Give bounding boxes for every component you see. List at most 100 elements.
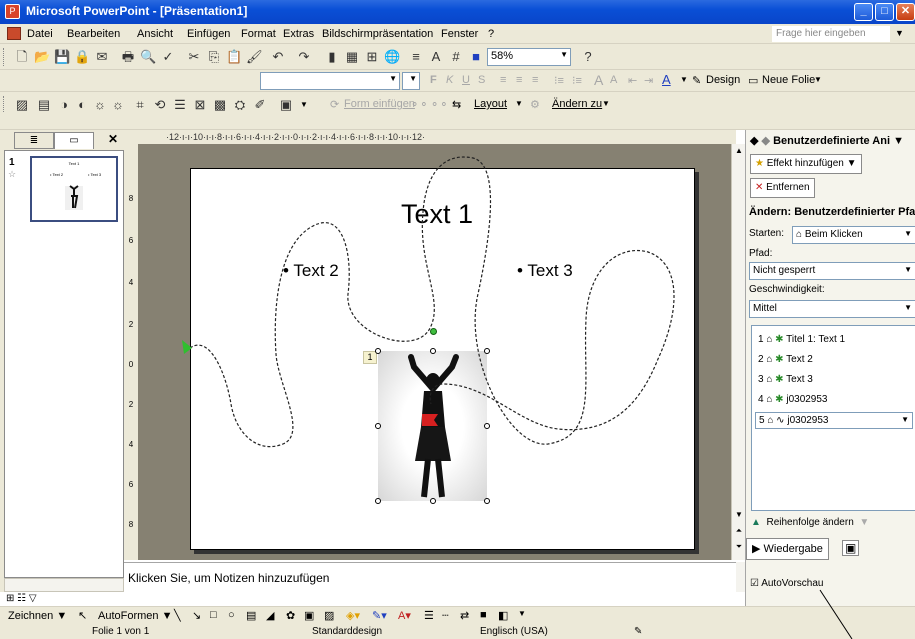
- chevron-down-icon[interactable]: ▼: [518, 609, 526, 618]
- play-button[interactable]: ▶ Wiedergabe: [746, 538, 829, 560]
- increase-font-icon[interactable]: A: [594, 72, 603, 88]
- view-buttons[interactable]: ⊞ ☷ ▽: [6, 593, 37, 604]
- help-icon[interactable]: ?: [580, 49, 596, 65]
- decrease-indent-icon[interactable]: ⇤: [628, 74, 637, 87]
- notes-scrollbar[interactable]: [736, 562, 745, 592]
- fill-color-icon[interactable]: ◈▾: [346, 609, 360, 622]
- arrow-style-icon[interactable]: ⇄: [460, 609, 469, 622]
- design-button[interactable]: Design: [706, 74, 740, 86]
- align-left-icon[interactable]: ≡: [500, 74, 506, 86]
- back-icon[interactable]: ◆: [750, 135, 758, 147]
- shadow-icon[interactable]: S: [478, 74, 485, 86]
- slide-thumbnail[interactable]: Text 1 • Text 2 • Text 3: [30, 156, 118, 222]
- format-painter-icon[interactable]: 🖌: [246, 49, 263, 65]
- slides-panel-scrollbar[interactable]: [4, 578, 124, 592]
- decrease-font-icon[interactable]: A: [610, 74, 617, 86]
- underline-icon[interactable]: U: [462, 74, 470, 86]
- bold-icon[interactable]: F: [430, 74, 437, 86]
- close-icon[interactable]: ✕: [108, 132, 118, 146]
- select-objects-icon[interactable]: ↖: [78, 609, 87, 622]
- spelling-icon[interactable]: ✓: [160, 49, 176, 65]
- oval-icon[interactable]: ○: [228, 609, 235, 621]
- dash-style-icon[interactable]: ┄: [442, 609, 449, 622]
- new-icon[interactable]: 🗋: [14, 49, 30, 65]
- menu-bildschirmpraesentation[interactable]: Bildschirmpräsentation: [322, 28, 433, 40]
- bullets-icon[interactable]: ⁝≡: [572, 74, 582, 87]
- email-icon[interactable]: ✉: [94, 49, 110, 65]
- scroll-down-icon[interactable]: ▼: [732, 510, 746, 519]
- add-effect-button[interactable]: ★ Effekt hinzufügen ▼: [750, 154, 862, 174]
- previous-slide-icon[interactable]: ⏶: [732, 526, 746, 536]
- slideshow-icon[interactable]: ▣: [842, 540, 860, 556]
- more-contrast-icon[interactable]: ◑: [56, 97, 72, 113]
- wordart-icon[interactable]: ◢: [266, 609, 274, 622]
- minimize-button[interactable]: _: [854, 3, 873, 21]
- custom-motion-path[interactable]: [138, 144, 731, 560]
- textbox-icon[interactable]: ▤: [246, 609, 256, 622]
- chevron-down-icon[interactable]: ▼: [680, 75, 688, 84]
- menu-einfuegen[interactable]: Einfügen: [187, 28, 230, 40]
- start-select[interactable]: ⌂ Beim Klicken ▼: [792, 226, 915, 244]
- next-slide-icon[interactable]: ⏷: [732, 542, 746, 552]
- close-button[interactable]: ✕: [896, 3, 915, 21]
- animation-list-item[interactable]: 3 ⌂ ✱ Text 3: [758, 374, 813, 385]
- redo-icon[interactable]: ↷: [296, 49, 312, 65]
- clipart-icon[interactable]: ▣: [304, 609, 314, 622]
- tables-borders-icon[interactable]: ⊞: [364, 49, 380, 65]
- tab-outline[interactable]: ≣: [14, 132, 54, 149]
- move-down-icon[interactable]: ▼: [859, 517, 869, 528]
- increase-indent-icon[interactable]: ⇥: [644, 74, 653, 87]
- menu-format[interactable]: Format: [241, 28, 276, 40]
- color-icon[interactable]: ▤: [36, 97, 52, 113]
- less-brightness-icon[interactable]: ☼: [110, 97, 126, 113]
- autopreview-checkbox[interactable]: ☑ AutoVorschau: [750, 578, 823, 589]
- align-center-icon[interactable]: ≡: [516, 74, 522, 86]
- chevron-down-icon[interactable]: ▼: [814, 75, 822, 84]
- shadow-style-icon[interactable]: ■: [480, 609, 487, 621]
- animation-list-item[interactable]: 1 ⌂ ✱ Titel 1: Text 1: [758, 334, 845, 345]
- more-brightness-icon[interactable]: ☼: [92, 97, 108, 113]
- tab-slides[interactable]: ▭: [54, 132, 94, 149]
- animation-list-item[interactable]: 2 ⌂ ✱ Text 2: [758, 354, 813, 365]
- speed-select[interactable]: Mittel ▼: [749, 300, 915, 318]
- 3d-style-icon[interactable]: ◧: [498, 609, 508, 622]
- remove-button[interactable]: ✕ Entfernen: [750, 178, 815, 198]
- draw-menu-button[interactable]: Zeichnen ▼: [8, 610, 67, 622]
- reverse-icon[interactable]: ⇆: [452, 98, 461, 111]
- slide-vertical-scrollbar[interactable]: ▲ ▼ ⏶ ⏷: [731, 144, 745, 560]
- hyperlink-icon[interactable]: 🌐: [384, 49, 400, 65]
- print-preview-icon[interactable]: 🔍: [140, 49, 156, 65]
- menu-fenster[interactable]: Fenster: [441, 28, 478, 40]
- path-select[interactable]: Nicht gesperrt ▼: [749, 262, 915, 280]
- arrow-icon[interactable]: ↘: [192, 609, 201, 622]
- insert-picture-icon[interactable]: ▨: [324, 609, 334, 622]
- font-color-icon[interactable]: A: [662, 72, 671, 87]
- transparent-color-icon[interactable]: ✐: [252, 97, 268, 113]
- menu-bearbeiten[interactable]: Bearbeiten: [67, 28, 120, 40]
- line-style-icon[interactable]: ☰: [424, 609, 434, 622]
- chevron-down-icon[interactable]: ▼: [602, 99, 610, 108]
- chevron-down-icon[interactable]: ▼: [893, 135, 904, 147]
- chevron-down-icon[interactable]: ▼: [515, 99, 523, 108]
- save-icon[interactable]: 💾: [54, 49, 70, 65]
- form-insert-button[interactable]: Form einfügen: [344, 98, 415, 110]
- autoshapes-button[interactable]: AutoFormen ▼: [98, 610, 172, 622]
- forward-icon[interactable]: ◆: [762, 135, 770, 147]
- numbering-icon[interactable]: ⁝≡: [554, 74, 564, 87]
- compress-icon[interactable]: ⊠: [192, 97, 208, 113]
- italic-icon[interactable]: K: [446, 74, 453, 86]
- recolor-icon[interactable]: ▩: [212, 97, 228, 113]
- move-up-icon[interactable]: ▲: [751, 517, 761, 528]
- expand-all-icon[interactable]: ≡: [408, 49, 424, 65]
- animation-list-item-selected[interactable]: 5 ⌂ ∿ j0302953 ▼: [755, 412, 913, 429]
- menu-help[interactable]: ?: [488, 28, 494, 40]
- reset-picture-icon[interactable]: ▣: [278, 97, 294, 113]
- document-menu-icon[interactable]: [7, 27, 21, 40]
- menu-extras[interactable]: Extras: [283, 28, 314, 40]
- zoom-select[interactable]: 58% ▼: [487, 48, 571, 66]
- less-contrast-icon[interactable]: ◐: [74, 97, 90, 113]
- powerpoint-app-icon[interactable]: P: [5, 4, 20, 19]
- rotate-icon[interactable]: ⟲: [152, 97, 168, 113]
- line-style-icon[interactable]: ☰: [172, 97, 188, 113]
- font-color-icon[interactable]: A▾: [398, 609, 411, 622]
